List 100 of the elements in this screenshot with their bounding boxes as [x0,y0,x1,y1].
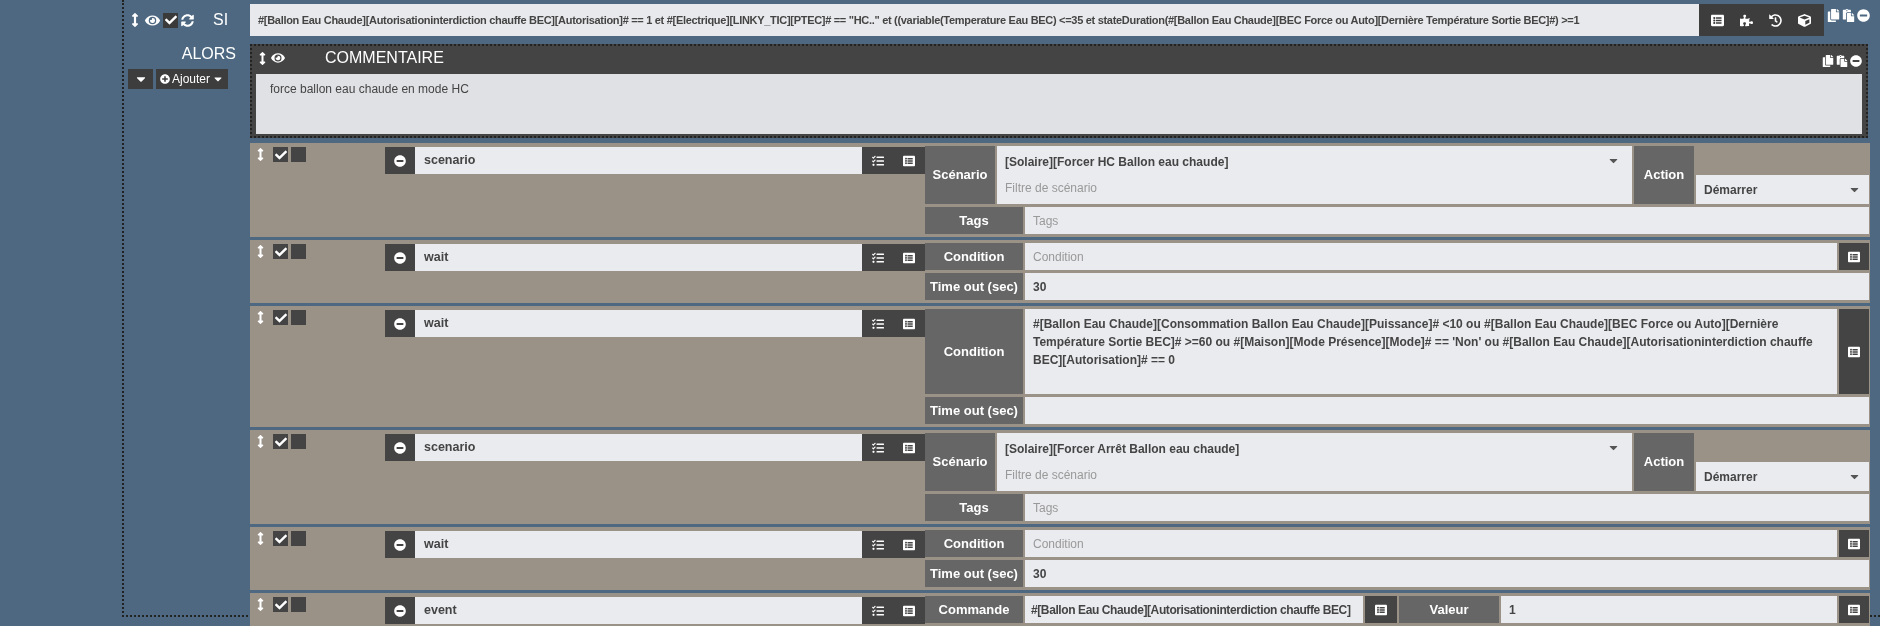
options-button[interactable] [862,244,893,271]
input-field[interactable]: 30 [1025,560,1869,587]
check-icon [274,532,287,545]
cube-icon[interactable] [1798,13,1811,27]
remove-button[interactable] [385,310,415,337]
select-field[interactable]: Démarrer [1696,175,1869,204]
then-label: ALORS [181,44,237,64]
list-icon [1375,603,1387,616]
list-icon [903,441,915,454]
comment-field[interactable]: force ballon eau chaude en mode HC [256,74,1862,134]
check-icon [274,598,287,611]
paste-icon[interactable] [1836,55,1848,67]
list-button[interactable] [1839,243,1869,270]
field-label: Tags [925,207,1023,234]
action-name-field[interactable]: scenario [415,434,862,461]
plus-icon [160,74,170,84]
remove-button[interactable] [385,434,415,461]
checkbox[interactable] [273,531,288,546]
checkbox[interactable] [273,597,288,612]
filter-placeholder: Filtre de scénario [1005,180,1098,197]
action-name-field[interactable]: wait [415,244,862,271]
puzzle-icon[interactable] [1740,13,1753,27]
remove-button[interactable] [385,147,415,174]
checkbox[interactable] [273,434,288,449]
select-value: [Solaire][Forcer Arrêt Ballon eau chaude] [1005,441,1240,458]
copy-icon[interactable] [1822,55,1834,67]
checkbox[interactable] [273,244,288,259]
checkbox[interactable] [291,597,306,612]
collapse-button[interactable] [128,69,153,89]
check-icon [274,435,287,448]
field-label: Action [1634,146,1694,204]
check-icon [274,148,287,161]
checkbox[interactable] [291,531,306,546]
checkbox[interactable] [291,244,306,259]
options-button[interactable] [862,310,893,337]
select-value: [Solaire][Forcer HC Ballon eau chaude] [1005,154,1229,171]
remove-button[interactable] [385,531,415,558]
remove-button[interactable] [385,244,415,271]
checkbox[interactable] [291,434,306,449]
check-icon [164,14,177,26]
options-button[interactable] [862,434,893,461]
input-field[interactable]: 1 [1501,596,1837,623]
copy-icon[interactable] [1827,9,1840,22]
paste-icon[interactable] [1842,9,1855,22]
checkbox[interactable] [291,147,306,162]
eye-icon[interactable] [271,51,285,65]
history-icon[interactable] [1769,13,1782,27]
action-name-field[interactable]: wait [415,531,862,558]
list-icon [903,538,915,551]
list-button[interactable] [893,147,925,174]
select-field[interactable]: [Solaire][Forcer HC Ballon eau chaude] Filtre de scénario [997,146,1632,204]
field-label: Time out (sec) [925,273,1023,300]
add-button[interactable]: Ajouter [156,69,229,89]
list-button[interactable] [893,310,925,337]
field-label: Scénario [925,433,995,491]
field-label: Commande [925,596,1023,623]
list-button[interactable] [1365,596,1397,623]
list-button[interactable] [893,597,925,624]
refresh-icon[interactable] [181,13,194,27]
remove-icon[interactable] [1857,9,1870,22]
input-field[interactable] [1025,397,1869,424]
condition-field[interactable]: #[Ballon Eau Chaude][Autorisationinterdiction chauffe BEC][Autorisation]# == 1 et #[Electrique][LINKY_TIC][PTEC]# == "HC.." et ((variable(Temperature Eau BEC) <=35 et stateDuration(#[Ballon Eau Chaude][BEC Force ou Auto][Dernière Température Sortie BEC]#) >=1 [250,4,1699,36]
checkbox[interactable] [291,310,306,325]
checklist-icon [871,604,884,617]
list-icon [903,317,915,330]
select-value: Démarrer [1704,181,1758,199]
list-button[interactable] [893,434,925,461]
checkbox[interactable] [273,147,288,162]
remove-icon [394,251,406,264]
input-field[interactable]: #[Ballon Eau Chaude][Consommation Ballon Eau Chaude][Puissance]# <10 ou #[Ballon Eau Chaude][BEC Force ou Auto][Dernière Température Sortie BEC]# >=60 ou #[Maison][Mode Présence][Mode]# == 'Non' ou #[Ballon Eau Chaude][Autorisationinterdiction chauffe BEC][Autorisation]# == 0 [1025,309,1837,394]
options-button[interactable] [862,531,893,558]
field-label: Condition [925,243,1023,270]
if-label: SI [213,10,229,30]
action-name-field[interactable]: scenario [415,147,862,174]
list-icon [903,604,915,617]
options-button[interactable] [862,597,893,624]
options-button[interactable] [862,147,893,174]
checklist-icon [871,317,884,330]
list-button[interactable] [893,244,925,271]
checkbox[interactable] [163,12,178,28]
list-button[interactable] [893,531,925,558]
list-icon[interactable] [1711,13,1724,27]
checkbox[interactable] [273,310,288,325]
input-field[interactable]: 30 [1025,273,1869,300]
list-icon [1848,603,1860,616]
list-icon [1848,345,1860,358]
input-field[interactable]: #[Ballon Eau Chaude][Autorisationinterdiction chauffe BEC] [1025,596,1363,623]
select-field[interactable]: Démarrer [1696,462,1869,491]
list-button[interactable] [1839,309,1869,394]
list-button[interactable] [1839,530,1869,557]
list-button[interactable] [1839,596,1869,623]
check-icon [274,311,287,324]
field-label: Time out (sec) [925,397,1023,424]
field-label: Action [1634,433,1694,491]
select-field[interactable]: [Solaire][Forcer Arrêt Ballon eau chaude] Filtre de scénario [997,433,1632,491]
action-name-field[interactable]: event [415,597,862,624]
field-label: Condition [925,530,1023,557]
action-name-field[interactable]: wait [415,310,862,337]
remove-button[interactable] [385,597,415,624]
remove-icon[interactable] [1850,55,1862,67]
